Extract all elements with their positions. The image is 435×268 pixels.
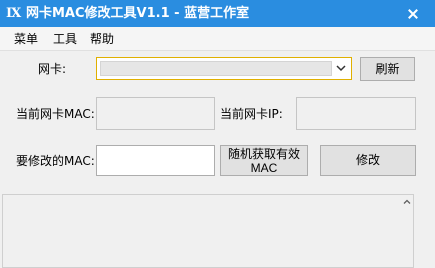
- new-mac-input[interactable]: [96, 145, 215, 176]
- refresh-button[interactable]: 刷新: [360, 57, 415, 81]
- current-ip-label: 当前网卡IP:: [220, 107, 283, 121]
- random-mac-button[interactable]: 随机获取有效 MAC: [220, 145, 308, 176]
- new-mac-label: 要修改的MAC:: [16, 154, 95, 168]
- menu-item-tools[interactable]: 工具: [53, 31, 77, 47]
- current-mac-field: [96, 97, 215, 130]
- app-logo-icon: IX: [6, 6, 21, 21]
- title-bar: IX 网卡MAC修改工具V1.1 - 蓝营工作室: [0, 0, 435, 27]
- scroll-up-arrow-icon[interactable]: [402, 197, 412, 207]
- current-mac-label: 当前网卡MAC:: [16, 107, 95, 121]
- nic-select[interactable]: [96, 57, 352, 80]
- modify-button[interactable]: 修改: [320, 145, 416, 176]
- menu-item-help[interactable]: 帮助: [90, 31, 114, 47]
- log-textarea[interactable]: [2, 194, 414, 268]
- current-ip-field: [296, 97, 416, 130]
- close-icon[interactable]: [389, 0, 435, 27]
- menu-bar: 菜单 工具 帮助: [0, 27, 435, 51]
- nic-select-value: [100, 61, 332, 76]
- menu-item-menu[interactable]: 菜单: [14, 31, 38, 47]
- chevron-down-icon[interactable]: [335, 62, 347, 74]
- random-mac-button-line2: MAC: [250, 161, 278, 175]
- nic-label: 网卡:: [38, 62, 67, 76]
- random-mac-button-line1: 随机获取有效: [227, 147, 300, 161]
- window-title: 网卡MAC修改工具V1.1 - 蓝营工作室: [26, 6, 250, 21]
